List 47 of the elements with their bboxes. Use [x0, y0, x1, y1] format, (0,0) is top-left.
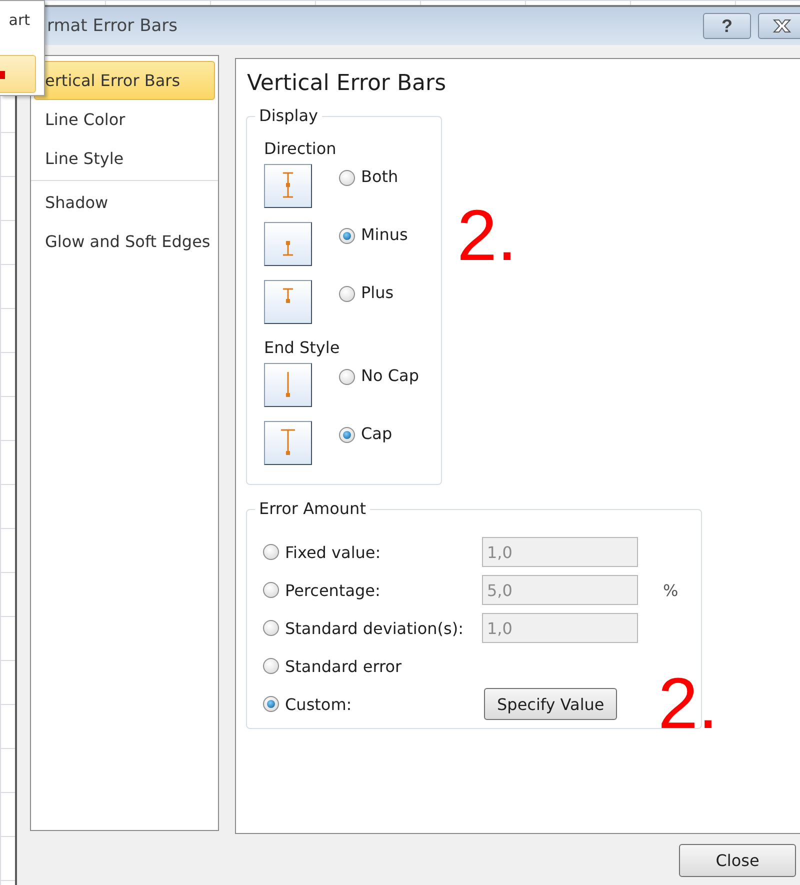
category-item[interactable]: Shadow [34, 183, 215, 222]
error-bar-icon [283, 241, 293, 256]
unit-label: % [663, 580, 678, 600]
marker-icon [0, 71, 5, 79]
option-label: Cap [361, 424, 392, 443]
radio-button[interactable] [339, 170, 355, 186]
error-bar-icon [286, 372, 290, 397]
radio-button[interactable] [339, 286, 355, 302]
window-title: rmat Error Bars [47, 16, 179, 36]
option-label: Minus [361, 225, 408, 244]
end-style-button[interactable] [264, 363, 312, 407]
option-label: Fixed value: [285, 542, 382, 562]
close-icon[interactable] [758, 13, 800, 39]
radio-button[interactable] [339, 427, 355, 443]
error-bar-icon [281, 429, 295, 455]
error-bar-icon [283, 288, 293, 303]
specify-value-button[interactable]: Specify Value [484, 688, 618, 720]
category-item[interactable]: Glow and Soft Edges [34, 222, 215, 261]
option-label: Custom: [285, 694, 353, 714]
section-label: End Style [264, 338, 341, 357]
radio-button[interactable] [263, 696, 279, 712]
menu-item[interactable] [0, 55, 36, 93]
group-title: Display [255, 106, 322, 125]
option-label: Standard error [285, 656, 403, 676]
section-label: Direction [264, 139, 338, 158]
end-style-button[interactable] [264, 421, 312, 465]
direction-button[interactable] [264, 164, 312, 208]
direction-button[interactable] [264, 280, 312, 324]
help-button[interactable]: ? [703, 13, 751, 39]
panel-title: Vertical Error Bars [247, 71, 448, 96]
direction-button[interactable] [264, 222, 312, 266]
radio-button[interactable] [339, 369, 355, 385]
category-item[interactable]: ertical Error Bars [34, 61, 215, 100]
error-bar-icon [283, 172, 293, 198]
radio-button[interactable] [263, 658, 279, 674]
annotation-number: 2. [658, 668, 718, 740]
option-label: Percentage: [285, 580, 382, 600]
category-item[interactable]: Line Style [34, 139, 215, 178]
option-label: Standard deviation(s): [285, 618, 464, 638]
option-label: Plus [361, 283, 394, 302]
radio-button[interactable] [339, 228, 355, 244]
option-label: No Cap [361, 366, 419, 385]
category-item[interactable]: Line Color [34, 100, 215, 139]
option-label: Both [361, 167, 398, 186]
menu-item[interactable]: art [0, 5, 44, 35]
close-button[interactable]: Close [679, 844, 796, 876]
annotation-number: 2. [457, 200, 518, 272]
